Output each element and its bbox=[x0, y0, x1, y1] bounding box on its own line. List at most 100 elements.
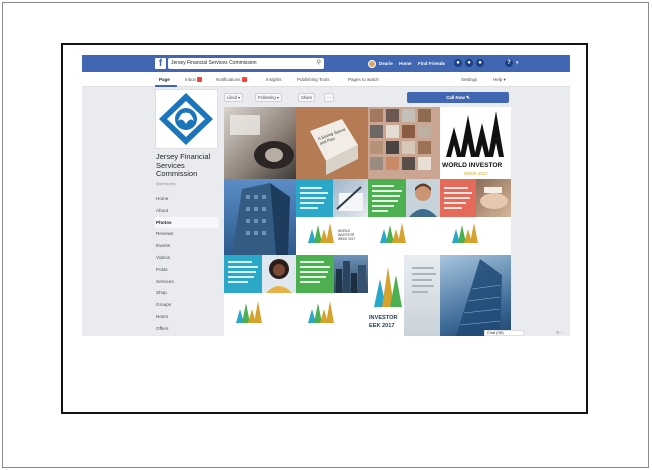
investor-week-title: INVESTOR bbox=[369, 315, 398, 321]
tab-notifications[interactable]: Notifications bbox=[216, 76, 247, 83]
photo-tile[interactable] bbox=[296, 179, 333, 217]
page-sidebar: Jersey Financial Services Commission @je… bbox=[155, 87, 219, 336]
quote-text-lines-icon bbox=[300, 261, 330, 283]
photo-tile[interactable] bbox=[224, 293, 296, 336]
photo-tile[interactable] bbox=[296, 255, 334, 293]
page-title: Jersey Financial Services Commission bbox=[156, 152, 211, 179]
photo-office-building-image bbox=[232, 183, 290, 255]
photo-collage-image bbox=[370, 109, 431, 170]
tab-publishing-tools[interactable]: Publishing Tools bbox=[297, 76, 329, 83]
quote-text-lines-icon bbox=[444, 187, 472, 209]
sidebar-item-shop[interactable]: Shop bbox=[155, 287, 219, 299]
home-link[interactable]: Home bbox=[399, 58, 412, 69]
world-investor-mini-logo-icon bbox=[380, 223, 406, 243]
sidebar-item-services[interactable]: Services bbox=[155, 276, 219, 288]
find-friends-link[interactable]: Find Friends bbox=[418, 58, 445, 69]
tab-inbox[interactable]: Inbox bbox=[185, 76, 203, 83]
tab-settings[interactable]: Settings bbox=[461, 76, 477, 83]
world-investor-title: WORLD INVESTOR bbox=[442, 162, 503, 169]
quote-text-lines-icon bbox=[372, 185, 402, 212]
sidebar-item-notes[interactable]: Notes bbox=[155, 311, 219, 323]
photo-tile[interactable] bbox=[440, 255, 511, 336]
account-menu-icon[interactable]: ▾ bbox=[516, 59, 519, 67]
world-investor-small-label: WEEK 2017 bbox=[338, 237, 356, 241]
sidebar-item-photos[interactable]: Photos bbox=[155, 216, 219, 229]
photo-tile[interactable] bbox=[440, 179, 476, 217]
page-nav-menu: Home About Photos Reviews Events Videos … bbox=[155, 193, 219, 335]
photo-tile[interactable] bbox=[440, 217, 511, 255]
page-admin-tabs: Page Inbox Notifications Insights Publis… bbox=[82, 72, 570, 87]
photo-hands-image bbox=[480, 187, 508, 209]
photo-tile[interactable] bbox=[406, 179, 440, 217]
photo-tile[interactable]: A Saving Spend and Plan bbox=[296, 107, 368, 179]
quote-text-lines-icon bbox=[228, 261, 258, 283]
faded-text-lines-icon bbox=[412, 267, 436, 293]
jfsc-logo-icon bbox=[156, 90, 217, 148]
chat-settings-icon[interactable]: ⚙ □ bbox=[556, 330, 563, 335]
world-investor-mini-logo-icon bbox=[236, 301, 262, 323]
world-investor-mini-logo-icon bbox=[308, 223, 334, 243]
sidebar-item-events[interactable]: Events bbox=[155, 240, 219, 252]
photo-tile[interactable] bbox=[368, 217, 440, 255]
investor-week-pencil-logo-icon bbox=[374, 267, 402, 307]
photo-tile[interactable] bbox=[368, 179, 406, 217]
photo-tile[interactable]: WORLD INVESTOR WEEK 2017 bbox=[440, 107, 511, 179]
sidebar-item-posts[interactable]: Posts bbox=[155, 264, 219, 276]
photo-tile[interactable] bbox=[333, 179, 368, 217]
photo-city-skyline-image bbox=[336, 261, 366, 293]
photo-tile[interactable]: INVESTOR EEK 2017 bbox=[368, 255, 404, 336]
tab-help[interactable]: Help ▾ bbox=[493, 76, 506, 83]
photo-tile[interactable] bbox=[368, 107, 440, 179]
messages-icon[interactable]: ● bbox=[465, 59, 473, 67]
photo-grid: A Saving Spend and Plan WORLD INVESTOR W… bbox=[224, 107, 511, 336]
photo-tile[interactable] bbox=[224, 255, 262, 293]
world-investor-mini-logo-icon bbox=[452, 223, 478, 243]
share-button[interactable]: Share bbox=[298, 93, 316, 102]
page-handle: @jerseyfsc bbox=[156, 181, 176, 186]
help-icon[interactable]: ? bbox=[505, 59, 513, 67]
tab-notifications-label: Notifications bbox=[216, 77, 241, 82]
search-input[interactable]: Jersey Financial Services Commission ⚲ bbox=[168, 58, 324, 69]
photo-tile[interactable] bbox=[296, 293, 368, 336]
profile-link[interactable]: Dearie bbox=[368, 58, 393, 69]
photo-tile[interactable] bbox=[476, 179, 511, 217]
world-investor-subtitle: WEEK 2017 bbox=[464, 171, 488, 176]
facebook-logo-icon[interactable]: f bbox=[155, 58, 166, 69]
quote-text-lines-icon bbox=[300, 187, 328, 209]
tab-inbox-label: Inbox bbox=[185, 77, 197, 82]
photo-tile[interactable] bbox=[224, 107, 296, 179]
photo-tile[interactable] bbox=[224, 179, 296, 255]
following-button[interactable]: Following ▾ bbox=[255, 93, 282, 102]
sidebar-item-offers[interactable]: Offers bbox=[155, 323, 219, 335]
sidebar-item-reviews[interactable]: Reviews bbox=[155, 228, 219, 240]
photo-pen-paper-image bbox=[336, 186, 363, 211]
friend-requests-icon[interactable]: ● bbox=[454, 59, 462, 67]
page-profile-picture[interactable] bbox=[155, 89, 218, 149]
facebook-top-bar: f Jersey Financial Services Commission ⚲… bbox=[82, 55, 570, 72]
photo-car-image bbox=[230, 115, 294, 169]
tab-insights[interactable]: Insights bbox=[266, 76, 282, 83]
photo-tile[interactable]: WORLD INVESTOR WEEK 2017 bbox=[296, 217, 368, 255]
sidebar-item-about[interactable]: About bbox=[155, 205, 219, 217]
liked-button[interactable]: Liked ▾ bbox=[224, 93, 244, 102]
inbox-badge bbox=[197, 77, 203, 83]
notifications-badge bbox=[241, 77, 247, 83]
tab-page[interactable]: Page bbox=[159, 76, 170, 83]
tab-pages-to-watch[interactable]: Pages to watch bbox=[348, 76, 379, 83]
call-now-button[interactable]: Call Now ✎ bbox=[407, 92, 509, 103]
photo-tile[interactable] bbox=[334, 255, 368, 293]
photo-tile[interactable] bbox=[262, 255, 296, 293]
chat-tab[interactable]: Chat (Off) bbox=[484, 330, 524, 336]
sidebar-item-videos[interactable]: Videos bbox=[155, 252, 219, 264]
user-name: Dearie bbox=[379, 61, 393, 66]
photo-note-box-image bbox=[296, 107, 368, 179]
photo-tile[interactable] bbox=[404, 255, 440, 336]
sidebar-item-home[interactable]: Home bbox=[155, 193, 219, 205]
notifications-icon[interactable]: ● bbox=[476, 59, 484, 67]
more-options-button[interactable]: ··· bbox=[324, 93, 335, 102]
world-investor-mini-logo-icon bbox=[308, 301, 334, 323]
avatar bbox=[368, 59, 376, 68]
sidebar-item-groups[interactable]: Groups bbox=[155, 299, 219, 311]
search-input-value: Jersey Financial Services Commission bbox=[171, 60, 257, 66]
search-icon[interactable]: ⚲ bbox=[317, 58, 321, 69]
